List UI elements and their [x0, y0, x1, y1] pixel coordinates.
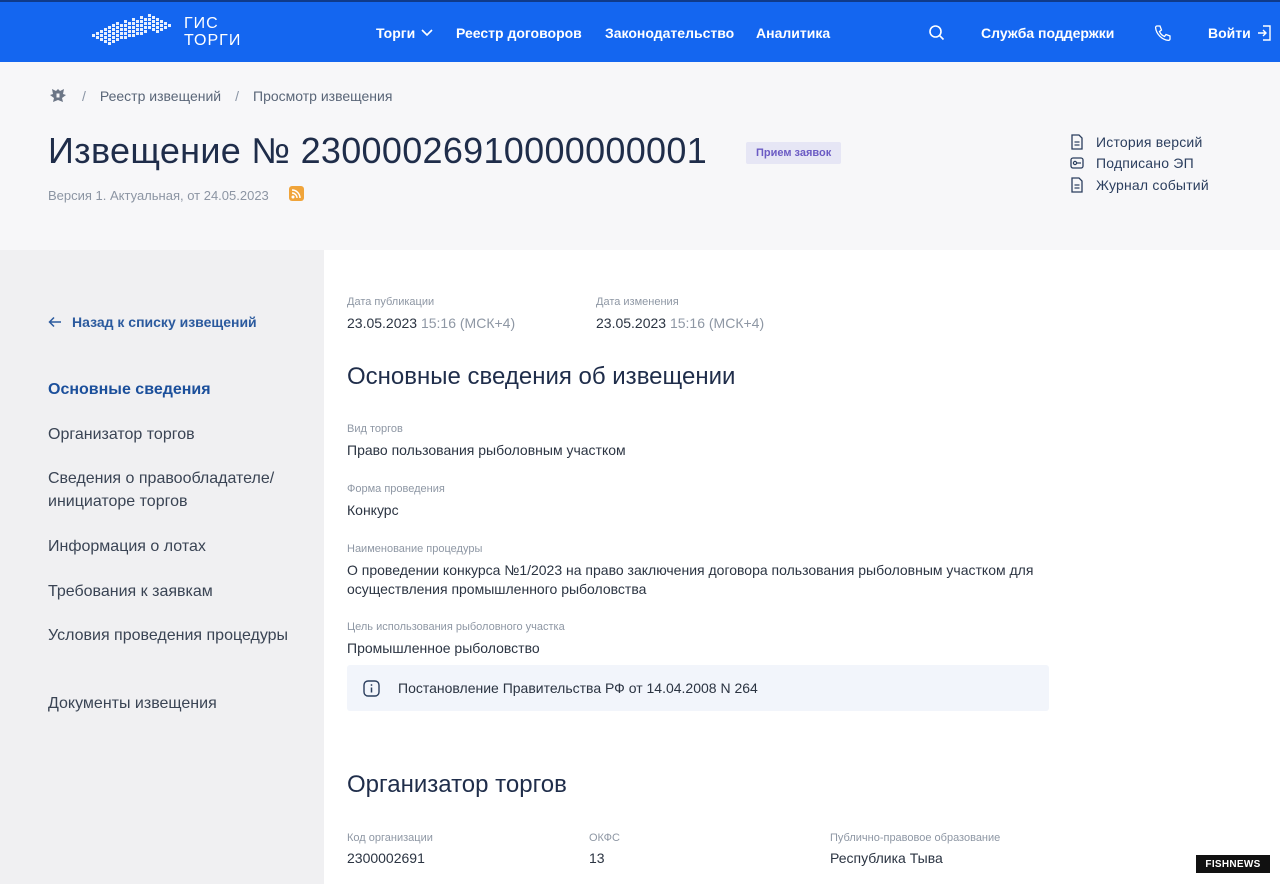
- chevron-down-icon: [421, 29, 433, 37]
- menu-item-requirements[interactable]: Требования к заявкам: [48, 580, 298, 603]
- public-entity-label: Публично-правовое образование: [830, 832, 1001, 844]
- org-code-label: Код организации: [347, 832, 433, 844]
- form-value: Конкурс: [347, 502, 399, 518]
- menu-item-organizer[interactable]: Организатор торгов: [48, 423, 298, 446]
- menu-item-lots[interactable]: Информация о лотах: [48, 535, 298, 558]
- breadcrumb: / Реестр извещений / Просмотр извещения: [48, 86, 392, 106]
- section-heading-main-info: Основные сведения об извещении: [347, 363, 736, 390]
- section-heading-organizer: Организатор торгов: [347, 771, 567, 798]
- auction-type-label: Вид торгов: [347, 423, 403, 435]
- modification-date-label: Дата изменения: [596, 296, 679, 308]
- modification-date-value: 23.05.2023 15:16 (МСК+4): [596, 315, 765, 331]
- nav-support[interactable]: Служба поддержки: [981, 2, 1114, 64]
- rss-icon[interactable]: [289, 186, 304, 201]
- publication-date-label: Дата публикации: [347, 296, 435, 308]
- russia-map-logo-icon: [92, 14, 171, 45]
- top-navigation-bar: ГИС ТОРГИ Торги Реестр договоров Законод…: [0, 0, 1280, 62]
- breadcrumb-separator: /: [82, 88, 86, 104]
- nav-legislation[interactable]: Законодательство: [605, 2, 734, 64]
- procedure-name-label: Наименование процедуры: [347, 543, 483, 555]
- event-journal-link[interactable]: Журнал событий: [1070, 174, 1209, 196]
- menu-item-main-info[interactable]: Основные сведения: [48, 378, 298, 401]
- okfs-value: 13: [589, 850, 605, 866]
- okfs-label: ОКФС: [589, 832, 620, 844]
- back-to-notices-link[interactable]: Назад к списку извещений: [48, 314, 257, 330]
- nav-analytics[interactable]: Аналитика: [756, 2, 830, 64]
- login-icon: [1257, 25, 1271, 41]
- publication-date-value: 23.05.2023 15:16 (МСК+4): [347, 315, 516, 331]
- section-navigation: [0, 250, 324, 884]
- breadcrumb-separator: /: [235, 88, 239, 104]
- fishnews-watermark: FISHNEWS: [1196, 855, 1270, 873]
- search-icon[interactable]: [928, 24, 946, 42]
- nav-contracts-registry[interactable]: Реестр договоров: [456, 2, 582, 64]
- coat-of-arms-icon[interactable]: [48, 86, 68, 106]
- regulation-note: Постановление Правительства РФ от 14.04.…: [347, 665, 1049, 711]
- notice-actions: История версий Подписано ЭП Журнал событ…: [1070, 131, 1209, 196]
- signed-ep-link[interactable]: Подписано ЭП: [1070, 153, 1209, 175]
- info-icon: [363, 679, 380, 697]
- auction-type-value: Право пользования рыболовным участком: [347, 442, 626, 458]
- key-icon: [1070, 157, 1084, 169]
- version-history-link[interactable]: История версий: [1070, 131, 1209, 153]
- nav-torgi-dropdown[interactable]: Торги: [376, 2, 433, 64]
- purpose-value: Промышленное рыболовство: [347, 640, 540, 656]
- menu-item-rightholder[interactable]: Сведения о правообладателе/ инициаторе т…: [48, 467, 298, 513]
- public-entity-value: Республика Тыва: [830, 850, 943, 866]
- login-button[interactable]: Войти: [1208, 2, 1271, 64]
- regulation-note-text: Постановление Правительства РФ от 14.04.…: [398, 680, 758, 696]
- menu-item-documents[interactable]: Документы извещения: [48, 692, 298, 715]
- procedure-name-line-1: О проведении конкурса №1/2023 на право з…: [347, 562, 1034, 578]
- logo-text: ГИС ТОРГИ: [184, 15, 241, 49]
- purpose-label: Цель использования рыболовного участка: [347, 621, 565, 633]
- status-badge: Прием заявок: [746, 142, 842, 164]
- logo-line-1: ГИС: [184, 15, 219, 32]
- org-code-value: 2300002691: [347, 850, 425, 866]
- breadcrumb-notices-registry[interactable]: Реестр извещений: [100, 88, 221, 104]
- version-info: Версия 1. Актуальная, от 24.05.2023: [48, 188, 269, 203]
- nav-torgi-label: Торги: [376, 25, 416, 41]
- gis-torgi-logo[interactable]: ГИС ТОРГИ: [90, 12, 241, 52]
- document-icon: [1071, 134, 1083, 150]
- login-label: Войти: [1208, 25, 1251, 41]
- page-title: Извещение № 23000026910000000001: [48, 130, 708, 171]
- menu-item-conditions[interactable]: Условия проведения процедуры: [48, 624, 298, 647]
- document-icon: [1071, 177, 1083, 193]
- breadcrumb-current-page: Просмотр извещения: [253, 88, 393, 104]
- logo-line-2: ТОРГИ: [184, 32, 242, 49]
- form-label: Форма проведения: [347, 483, 445, 495]
- procedure-name-line-2: осуществления промышленного рыболовства: [347, 581, 647, 597]
- phone-icon[interactable]: [1154, 24, 1172, 42]
- arrow-left-icon: [48, 316, 61, 328]
